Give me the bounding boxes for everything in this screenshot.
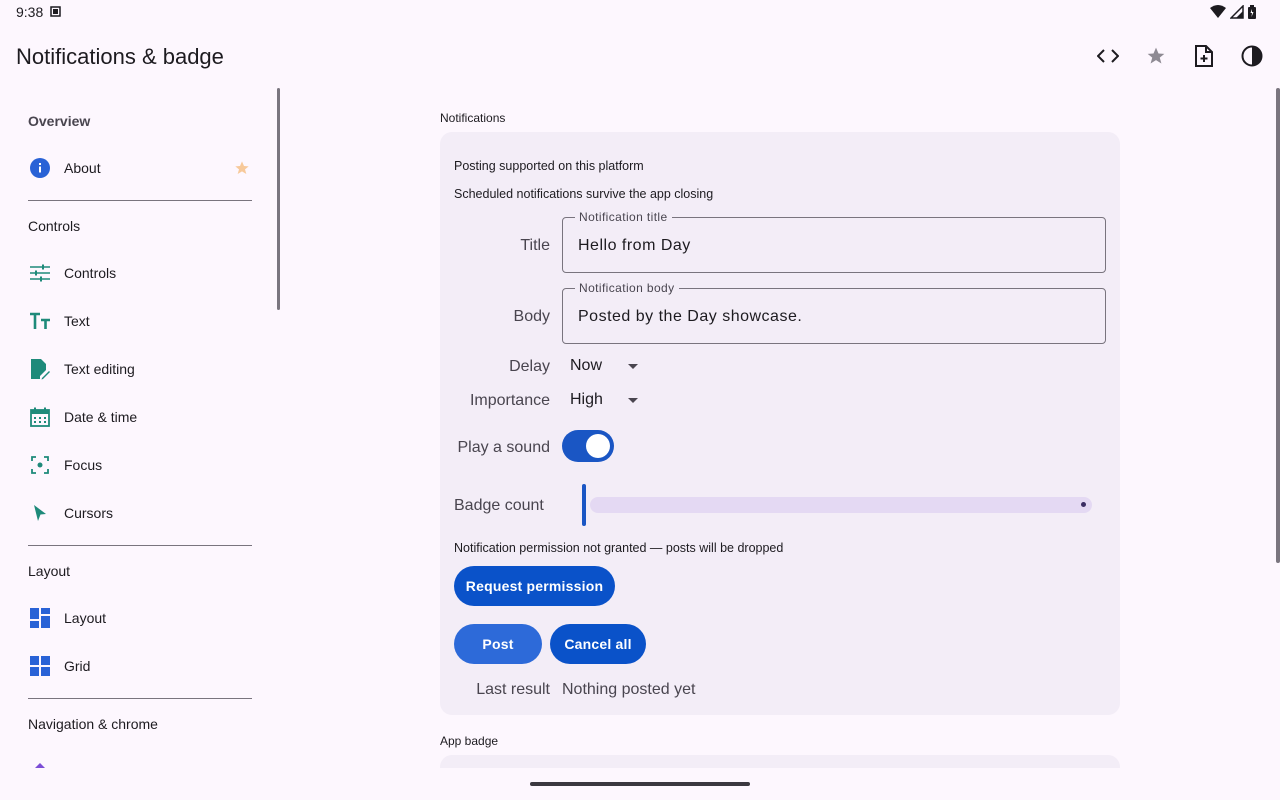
last-result-label: Last result [476,681,550,698]
survive-info: Scheduled notifications survive the app … [454,187,714,201]
sim-card-icon [50,6,61,17]
sidebar: Overview About Controls Controls Text Te… [0,88,280,768]
code-icon [1097,49,1119,63]
view-source-button[interactable] [1096,40,1120,72]
delay-label: Delay [509,358,550,375]
note-add-icon [1195,45,1213,67]
permission-warning: Notification permission not granted — po… [454,541,784,555]
sidebar-scrollbar[interactable] [277,88,280,310]
sound-label: Play a sound [457,439,550,456]
sidebar-item-controls[interactable]: Controls [16,253,264,293]
dashboard-icon [28,606,52,630]
title-label: Title [520,237,550,254]
top-actions [1096,40,1264,72]
sidebar-item-label: Text [64,313,90,329]
status-time: 9:38 [16,4,44,20]
status-icons [1210,5,1256,19]
body-label: Body [513,308,550,325]
delay-value: Now [570,357,603,374]
delay-dropdown[interactable]: Now [570,354,638,378]
arrow-drop-down-icon [628,364,638,369]
page-title: Notifications & badge [16,44,224,69]
edit-note-icon [28,357,52,381]
sidebar-item-text-editing[interactable]: Text editing [16,349,264,389]
diamond-icon [28,759,52,768]
cursor-icon [28,501,52,525]
notification-title-input[interactable] [578,237,1078,255]
badge-count-slider[interactable] [580,484,1092,526]
notification-body-input[interactable] [578,308,1078,326]
cancel-all-button[interactable]: Cancel all [550,624,646,664]
notification-title-field-label: Notification title [575,210,672,224]
notification-body-field-label: Notification body [575,281,679,295]
importance-value: High [570,391,603,408]
divider [28,545,252,546]
section-layout: Layout [28,563,71,579]
badge-count-label: Badge count [454,497,544,514]
sidebar-item-date-time[interactable]: Date & time [16,397,264,437]
sidebar-item-label: Layout [64,610,107,626]
theme-toggle-button[interactable] [1240,40,1264,72]
section-navigation-chrome: Navigation & chrome [28,716,158,732]
star-icon [235,161,249,174]
notification-title-field[interactable]: Notification title [562,210,1106,273]
sidebar-item-label: Grid [64,658,91,674]
wifi-icon [1210,5,1226,18]
grid-icon [28,654,52,678]
tune-icon [28,261,52,285]
sidebar-item-grid[interactable]: Grid [16,646,264,686]
sidebar-item-label: Cursors [64,505,114,521]
sidebar-item-about[interactable]: About [16,148,264,188]
sidebar-item-label: Date & time [64,409,138,425]
sidebar-item-label: Focus [64,457,103,473]
home-indicator[interactable] [530,782,750,786]
notification-body-field[interactable]: Notification body [562,281,1106,344]
status-bar: 9:38 [0,0,1280,24]
request-permission-button[interactable]: Request permission [454,566,615,606]
new-file-button[interactable] [1192,40,1216,72]
sidebar-item-label: Text editing [64,361,135,377]
support-info: Posting supported on this platform [454,159,644,173]
post-button[interactable]: Post [454,624,542,664]
sidebar-item-focus[interactable]: Focus [16,445,264,485]
divider [28,200,252,201]
favorite-button[interactable] [1144,40,1168,72]
star-icon [1147,47,1165,64]
divider [28,698,252,699]
calendar-icon [28,405,52,429]
signal-icon [1230,5,1244,19]
contrast-icon [1241,45,1263,67]
section-controls: Controls [28,218,81,234]
arrow-drop-down-icon [628,398,638,403]
focus-icon [28,453,52,477]
sidebar-item-text[interactable]: Text [16,301,264,341]
slider-stop-indicator [1081,502,1086,507]
slider-track [590,497,1092,513]
slider-thumb[interactable] [582,484,586,526]
info-icon [28,156,52,180]
app-badge-section-title: App badge [440,734,499,748]
importance-dropdown[interactable]: High [570,388,638,412]
sidebar-item-layout[interactable]: Layout [16,598,264,638]
sidebar-item-label: About [64,160,101,176]
text-icon [28,309,52,333]
content-scrollbar[interactable] [1276,88,1280,563]
battery-icon [1248,5,1256,19]
sidebar-item-label: Controls [64,265,117,281]
sidebar-item-cursors[interactable]: Cursors [16,493,264,533]
section-overview: Overview [28,113,91,129]
sidebar-item-partial[interactable] [16,751,264,768]
switch-knob [586,434,610,458]
last-result-value: Nothing posted yet [562,681,696,698]
notifications-section-title: Notifications [440,111,506,125]
importance-label: Importance [469,392,550,409]
play-sound-switch[interactable] [562,430,614,462]
